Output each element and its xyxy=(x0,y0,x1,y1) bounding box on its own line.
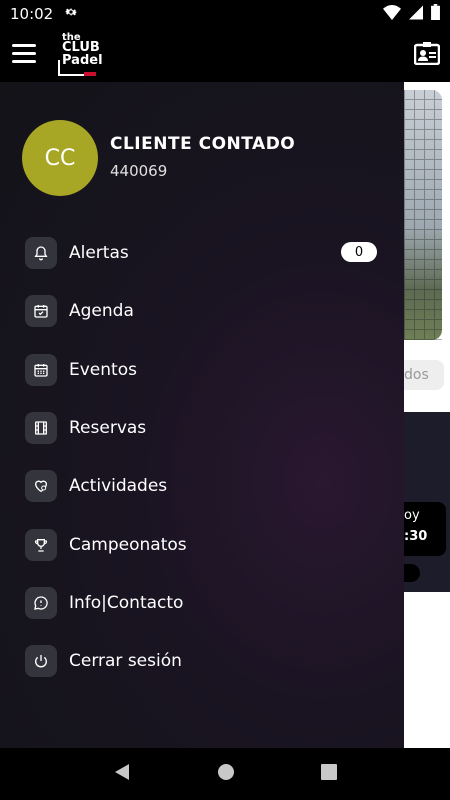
chat-icon xyxy=(25,586,57,619)
heart-icon xyxy=(25,470,57,503)
menu-label: Reservas xyxy=(69,418,147,439)
avatar: CC xyxy=(22,120,98,196)
battery-icon xyxy=(431,4,440,24)
menu-item-alertas[interactable]: Alertas 0 xyxy=(0,224,404,282)
menu-label: Cerrar sesión xyxy=(69,651,182,672)
time-pill: oy :30 xyxy=(404,502,446,556)
club-logo: the CLUB Padel xyxy=(56,30,112,80)
home-icon[interactable] xyxy=(217,763,235,785)
status-time: 10:02 xyxy=(10,5,54,23)
settings-gear-icon xyxy=(63,4,79,24)
app-bar: the CLUB Padel xyxy=(0,28,450,82)
calendar-check-icon xyxy=(25,295,57,328)
back-icon[interactable] xyxy=(113,763,131,785)
status-bar: 10:02 xyxy=(0,0,450,28)
bell-icon xyxy=(25,237,57,270)
menu-label: Actividades xyxy=(69,476,168,497)
menu-item-cerrar-sesion[interactable]: Cerrar sesión xyxy=(0,632,404,690)
avatar-initials: CC xyxy=(44,145,76,171)
navigation-drawer: CC CLIENTE CONTADO 440069 Alertas 0 Agen… xyxy=(0,82,404,748)
system-nav-bar xyxy=(0,748,450,800)
menu-item-actividades[interactable]: Actividades xyxy=(0,457,404,515)
menu-label: Alertas xyxy=(69,243,129,264)
menu-label: Campeonatos xyxy=(69,534,187,555)
court-photo xyxy=(404,90,442,340)
film-grid-icon xyxy=(25,412,57,445)
drawer-menu: Alertas 0 Agenda Eventos Reservas Activi… xyxy=(0,224,404,690)
menu-hamburger-icon[interactable] xyxy=(12,44,36,64)
menu-item-campeonatos[interactable]: Campeonatos xyxy=(0,515,404,573)
menu-label: Info|Contacto xyxy=(69,592,184,613)
recents-icon[interactable] xyxy=(321,764,337,784)
user-id: 440069 xyxy=(110,162,168,180)
menu-item-reservas[interactable]: Reservas xyxy=(0,399,404,457)
background-content: dos oy :30 xyxy=(404,82,450,748)
user-name: CLIENTE CONTADO xyxy=(110,134,296,154)
menu-item-info-contacto[interactable]: Info|Contacto xyxy=(0,574,404,632)
wifi-icon xyxy=(383,4,401,24)
signal-icon xyxy=(409,5,423,24)
menu-item-eventos[interactable]: Eventos xyxy=(0,341,404,399)
menu-item-agenda[interactable]: Agenda xyxy=(0,282,404,340)
calendar-grid-icon xyxy=(25,353,57,386)
filter-chip: dos xyxy=(404,360,444,390)
menu-label: Eventos xyxy=(69,359,137,380)
menu-label: Agenda xyxy=(69,301,134,322)
trophy-icon xyxy=(25,528,57,561)
power-icon xyxy=(25,645,57,678)
contact-card-icon[interactable] xyxy=(413,41,441,66)
alert-count-badge: 0 xyxy=(341,242,377,262)
